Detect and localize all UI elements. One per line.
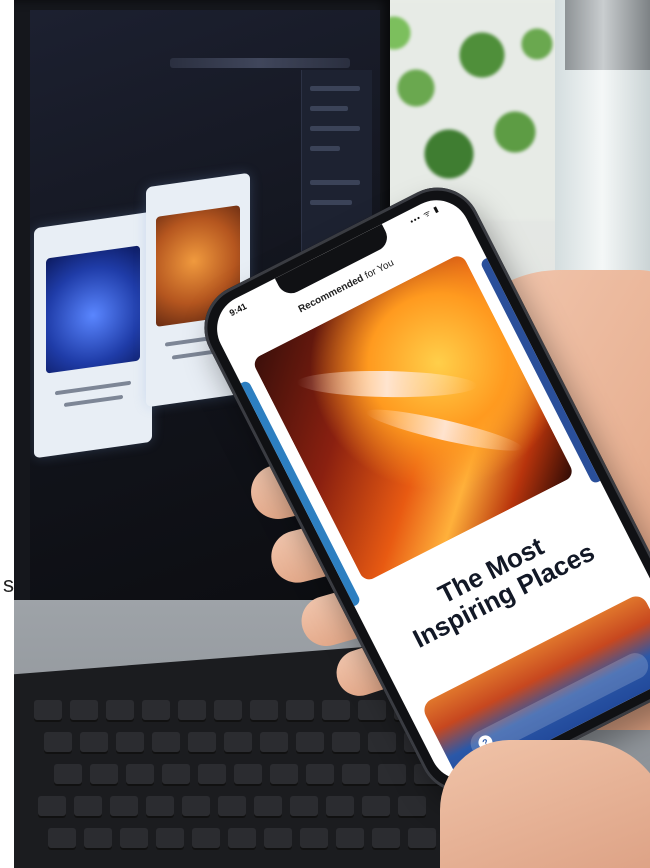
panel-line [310,180,360,185]
panel-line [310,146,340,151]
bottle-cap [565,0,650,70]
hero-image-highlight [296,369,478,399]
key-row [44,732,432,754]
header-label: for You [363,257,396,282]
panel-line [310,106,348,111]
status-time: 9:41 [227,301,249,319]
hero-image-highlight [363,402,525,458]
left-hand-typing [440,740,650,868]
artboard-text-line [63,395,123,408]
key-row [38,796,426,818]
artboard-image [45,245,141,374]
status-icons: ••• ᯤ ▮ [408,203,441,227]
key-row [54,764,442,786]
panel-line [310,126,360,131]
key-row [34,700,422,722]
laptop-artboard-card [34,211,152,459]
page-margin: s [0,0,14,868]
artboard-text-line [55,380,131,395]
key-row [48,828,436,850]
panel-line [310,200,352,205]
laptop-screen-menubar [170,58,350,68]
margin-glyph: s [3,572,14,597]
photo-scene: 9:41 ••• ᯤ ▮ Recommended for You The Mos… [0,0,650,868]
panel-line [310,86,360,91]
